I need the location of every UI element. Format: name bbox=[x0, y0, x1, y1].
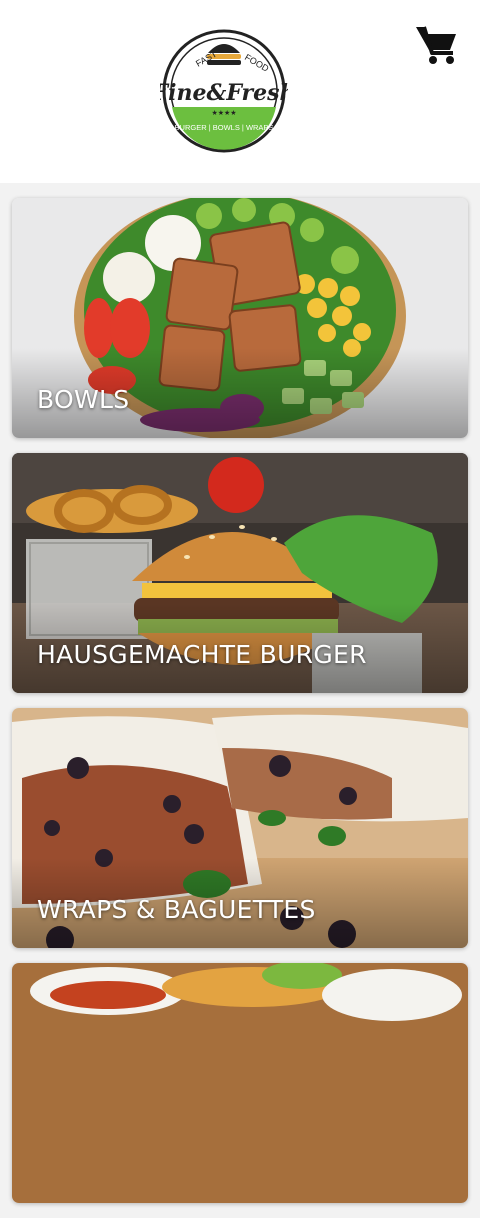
category-card-burger[interactable]: HAUSGEMACHTE BURGER bbox=[12, 453, 468, 693]
fine-and-fresh-logo[interactable]: FAST FOOD Fine&Fresh ★★★★ BURGER | BOWLS… bbox=[160, 29, 288, 153]
logo-brand-text: Fine&Fresh bbox=[160, 80, 288, 106]
category-label: BOWLS bbox=[37, 385, 130, 414]
category-label: WRAPS & BAGUETTES bbox=[37, 895, 316, 924]
category-card-bowls[interactable]: BOWLS bbox=[12, 198, 468, 438]
category-card-wraps[interactable]: WRAPS & BAGUETTES bbox=[12, 708, 468, 948]
category-label: HAUSGEMACHTE BURGER bbox=[37, 640, 367, 669]
fourth-category-image bbox=[12, 963, 468, 1203]
category-list: BOWLS HAUSGEMACHTE BURGER WRAPS & BAGUET… bbox=[12, 198, 468, 1218]
shopping-cart-icon[interactable] bbox=[413, 22, 459, 66]
logo-tagline: BURGER | BOWLS | WRAPS bbox=[175, 123, 274, 132]
logo-stars: ★★★★ bbox=[211, 109, 236, 117]
app-header: FAST FOOD Fine&Fresh ★★★★ BURGER | BOWLS… bbox=[0, 0, 480, 183]
category-card-fourth[interactable] bbox=[12, 963, 468, 1203]
